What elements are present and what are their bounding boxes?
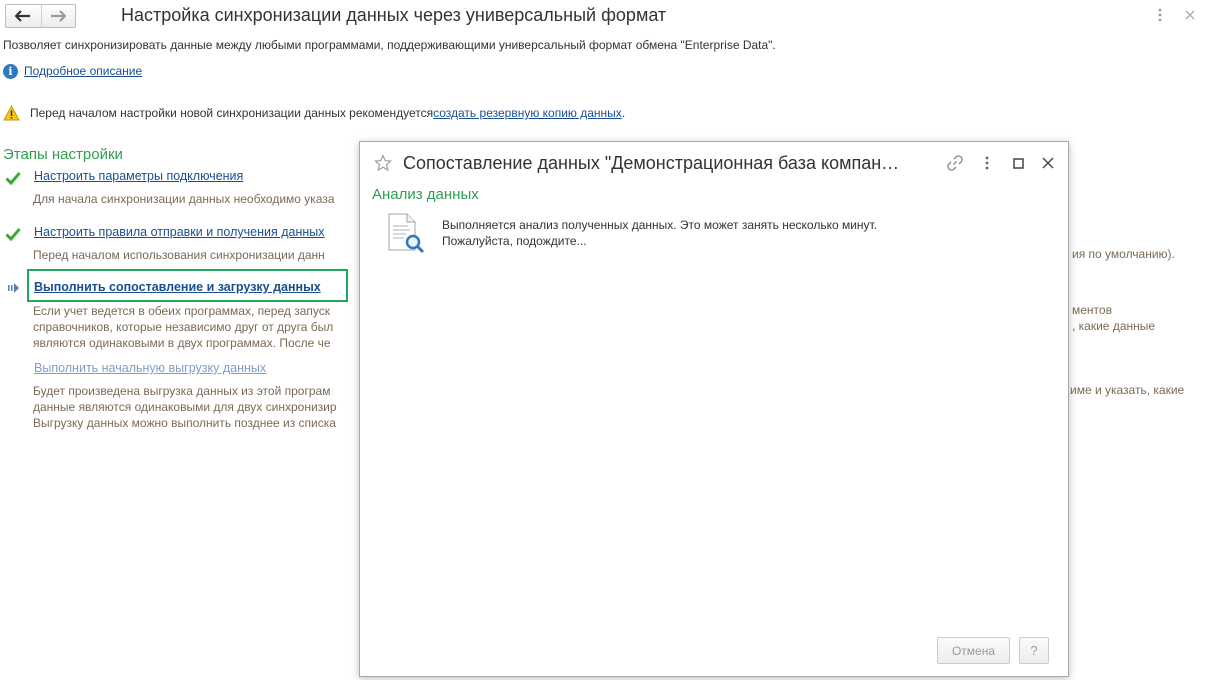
step-connection-link[interactable]: Настроить параметры подключения [34,169,243,183]
star-icon[interactable] [374,154,392,172]
analysis-message-line: Пожалуйста, подождите... [442,234,587,248]
info-icon: i [3,63,18,79]
back-button[interactable] [6,5,41,27]
step-rules-text: Перед началом использования синхронизаци… [33,248,325,262]
warning-icon [3,105,20,121]
step-matching-line: являются одинаковыми в двух программах. … [33,336,331,350]
analysis-message: Выполняется анализ полученных данных. Эт… [442,217,877,249]
step-matching-link[interactable]: Выполнить сопоставление и загрузку данны… [34,280,321,294]
dialog-close-button[interactable] [1039,154,1057,172]
step-export-link[interactable]: Выполнить начальную выгрузку данных [34,361,266,375]
step-export-text-tail: име и указать, какие [1070,383,1185,397]
data-matching-dialog: Сопоставление данных "Демонстрационная б… [359,141,1069,677]
checkmark-icon [5,172,21,185]
more-vertical-icon [1158,8,1162,22]
more-vertical-icon [985,156,989,170]
step-export-text: Будет произведена выгрузка данных из это… [33,383,337,431]
arrow-left-icon [15,10,31,22]
maximize-icon [1012,157,1024,169]
details-row: i Подробное описание [3,63,142,79]
cancel-button[interactable]: Отмена [937,637,1010,664]
step-export-line: Выгрузку данных можно выполнить позднее … [33,416,336,430]
link-button[interactable] [946,154,964,172]
page-title: Настройка синхронизации данных через уни… [121,5,667,25]
forward-button[interactable] [40,5,76,27]
step-export-line: Будет произведена выгрузка данных из это… [33,384,331,398]
form-description: Позволяет синхронизировать данные между … [3,38,776,52]
maximize-button[interactable] [1009,154,1027,172]
step-matching-line: справочников, которые независимо друг от… [33,320,334,334]
link-icon [947,155,963,171]
step-rules-link[interactable]: Настроить правила отправки и получения д… [34,225,325,239]
step-rules: Настроить правила отправки и получения д… [34,225,325,239]
warning-end: . [621,106,626,120]
arrow-right-icon [51,10,67,22]
step-export-line: данные являются одинаковыми для двух син… [33,400,337,414]
close-icon [1185,10,1195,20]
stages-title: Этапы настройки [3,146,123,163]
more-menu-button[interactable] [1152,6,1168,24]
dialog-more-button[interactable] [978,154,996,172]
step-matching-line: Если учет ведется в обеих программах, пе… [33,304,331,318]
step-matching-text-tail: ментов [1072,303,1112,317]
step-matching-text: Если учет ведется в обеих программах, пе… [33,303,333,351]
step-connection: Настроить параметры подключения [34,169,243,183]
step-rules-text-tail: ия по умолчанию). [1072,247,1175,261]
analysis-message-line: Выполняется анализ полученных данных. Эт… [442,218,878,232]
document-search-icon [388,213,425,254]
step-connection-text: Для начала синхронизации данных необходи… [33,192,335,206]
close-window-button[interactable] [1182,6,1198,24]
step-matching-text-tail: , какие данные [1072,319,1156,333]
backup-warning: Перед началом настройки новой синхрониза… [3,104,625,122]
warning-text: Перед началом настройки новой синхрониза… [30,106,434,120]
close-icon [1042,157,1054,169]
analysis-section-title: Анализ данных [372,186,479,203]
navigation-buttons [5,4,76,28]
dialog-title: Сопоставление данных "Демонстрационная б… [403,153,900,173]
details-link[interactable]: Подробное описание [24,64,142,78]
backup-link[interactable]: создать резервную копию данных [433,106,622,120]
help-button[interactable]: ? [1019,637,1049,664]
step-export: Выполнить начальную выгрузку данных [34,361,266,375]
window-header: Настройка синхронизации данных через уни… [0,0,1208,34]
checkmark-icon [5,228,21,241]
current-step-arrow-icon [8,283,19,293]
